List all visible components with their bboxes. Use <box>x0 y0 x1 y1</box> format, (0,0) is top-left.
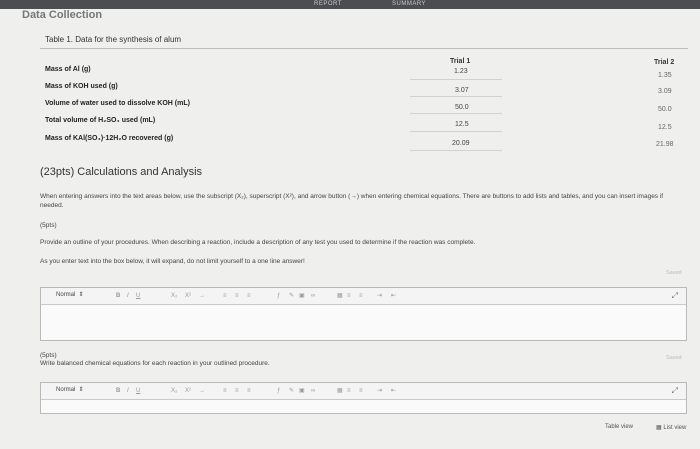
cell-divider <box>410 79 502 80</box>
link-icon[interactable]: ∞ <box>311 291 315 301</box>
row-label-volume-h2so4: Total volume of H₂SO₄ used (mL) <box>45 117 156 124</box>
align-right-icon[interactable]: ≡ <box>247 291 251 301</box>
table-caption: Table 1. Data for the synthesis of alum <box>45 35 182 44</box>
calc-instructions: When entering answers into the text area… <box>40 193 664 209</box>
superscript-button[interactable]: X² <box>185 386 191 396</box>
tab-summary[interactable]: SUMMARY <box>392 0 426 9</box>
table-icon[interactable]: ▦ <box>337 291 343 301</box>
trial-2-header: Trial 2 <box>654 59 675 66</box>
top-tab-bar: REPORT SUMMARY <box>0 0 700 9</box>
row-label-mass-al: Mass of Al (g) <box>45 66 91 73</box>
divider <box>40 48 688 49</box>
ordered-list-icon[interactable]: ≡ <box>347 291 351 301</box>
q1-points: (5pts) <box>40 222 57 229</box>
align-center-icon[interactable]: ≡ <box>235 386 239 396</box>
row-label-mass-alum: Mass of KAl(SO₄)·12H₂O recovered (g) <box>45 135 174 142</box>
table-view-link[interactable]: Table view <box>605 424 633 430</box>
bulleted-list-icon[interactable]: ≡ <box>359 386 363 396</box>
arrow-button[interactable]: → <box>199 386 205 396</box>
formula-icon[interactable]: ƒ <box>277 291 280 301</box>
arrow-button[interactable]: → <box>199 291 205 301</box>
outdent-icon[interactable]: ⇤ <box>391 291 396 301</box>
paint-icon[interactable]: ✎ <box>289 291 294 301</box>
cell-divider <box>410 131 502 132</box>
editor-toolbar: Normal ⇕ B I U X₂ X² → ≡ ≡ ≡ ƒ ✎ ▣ ∞ ▦ ≡… <box>41 383 686 400</box>
align-right-icon[interactable]: ≡ <box>247 386 251 396</box>
subscript-button[interactable]: X₂ <box>171 386 177 396</box>
cell-mass-al-trial2[interactable]: 1.35 <box>658 72 672 79</box>
italic-button[interactable]: I <box>127 291 129 301</box>
list-view-link[interactable]: ▦ List view <box>656 424 686 431</box>
bold-button[interactable]: B <box>116 291 120 301</box>
cell-mass-al-trial1[interactable]: 1.23 <box>454 68 468 75</box>
cell-divider <box>410 96 502 97</box>
format-select[interactable]: Normal ⇕ <box>56 291 84 298</box>
procedure-answer-editor[interactable]: Normal ⇕ B I U X₂ X² → ≡ ≡ ≡ ƒ ✎ ▣ ∞ ▦ ≡… <box>40 287 687 341</box>
q2-prompt: Write balanced chemical equations for ea… <box>40 360 270 367</box>
paint-icon[interactable]: ✎ <box>289 386 294 396</box>
underline-button[interactable]: U <box>136 291 140 301</box>
saved-tag: Saved <box>666 355 682 361</box>
italic-button[interactable]: I <box>127 386 129 396</box>
cell-divider <box>410 150 502 151</box>
format-select[interactable]: Normal ⇕ <box>56 386 84 393</box>
image-icon[interactable]: ▣ <box>299 291 305 301</box>
section-title: Data Collection <box>22 9 103 21</box>
cell-volume-h2so4-trial1[interactable]: 12.5 <box>455 121 469 128</box>
saved-tag: Saved <box>666 270 682 276</box>
align-center-icon[interactable]: ≡ <box>235 291 239 301</box>
calc-heading: (23pts) Calculations and Analysis <box>40 166 203 178</box>
superscript-button[interactable]: X² <box>185 291 191 301</box>
cell-volume-water-trial2[interactable]: 50.0 <box>658 106 672 113</box>
q1-prompt: Provide an outline of your procedures. W… <box>40 239 476 246</box>
align-left-icon[interactable]: ≡ <box>223 291 227 301</box>
row-label-volume-water: Volume of water used to dissolve KOH (mL… <box>45 100 190 107</box>
tab-report[interactable]: REPORT <box>314 0 342 9</box>
expand-icon[interactable]: ⤢ <box>672 386 678 396</box>
expand-note: As you enter text into the box below, it… <box>40 258 305 265</box>
cell-divider <box>410 113 502 114</box>
cell-mass-koh-trial2[interactable]: 3.09 <box>658 88 672 95</box>
cell-mass-alum-trial2[interactable]: 21.98 <box>656 141 674 148</box>
image-icon[interactable]: ▣ <box>299 386 305 396</box>
table-icon[interactable]: ▦ <box>337 386 343 396</box>
align-left-icon[interactable]: ≡ <box>223 386 227 396</box>
formula-icon[interactable]: ƒ <box>277 386 280 396</box>
cell-volume-h2so4-trial2[interactable]: 12.5 <box>658 124 672 131</box>
indent-icon[interactable]: ⇥ <box>377 291 382 301</box>
row-label-mass-koh: Mass of KOH used (g) <box>45 83 118 90</box>
ordered-list-icon[interactable]: ≡ <box>347 386 351 396</box>
cell-volume-water-trial1[interactable]: 50.0 <box>455 104 469 111</box>
link-icon[interactable]: ∞ <box>311 386 315 396</box>
bold-button[interactable]: B <box>116 386 120 396</box>
equations-answer-editor[interactable]: Normal ⇕ B I U X₂ X² → ≡ ≡ ≡ ƒ ✎ ▣ ∞ ▦ ≡… <box>40 382 687 414</box>
trial-1-header: Trial 1 <box>450 58 471 65</box>
indent-icon[interactable]: ⇥ <box>377 386 382 396</box>
cell-mass-alum-trial1[interactable]: 20.09 <box>452 140 470 147</box>
underline-button[interactable]: U <box>136 386 140 396</box>
outdent-icon[interactable]: ⇤ <box>391 386 396 396</box>
editor-toolbar: Normal ⇕ B I U X₂ X² → ≡ ≡ ≡ ƒ ✎ ▣ ∞ ▦ ≡… <box>41 288 686 305</box>
cell-mass-koh-trial1[interactable]: 3.07 <box>455 87 469 94</box>
expand-icon[interactable]: ⤢ <box>672 291 678 301</box>
subscript-button[interactable]: X₂ <box>171 291 177 301</box>
list-icon: ▦ <box>656 425 662 431</box>
bulleted-list-icon[interactable]: ≡ <box>359 291 363 301</box>
